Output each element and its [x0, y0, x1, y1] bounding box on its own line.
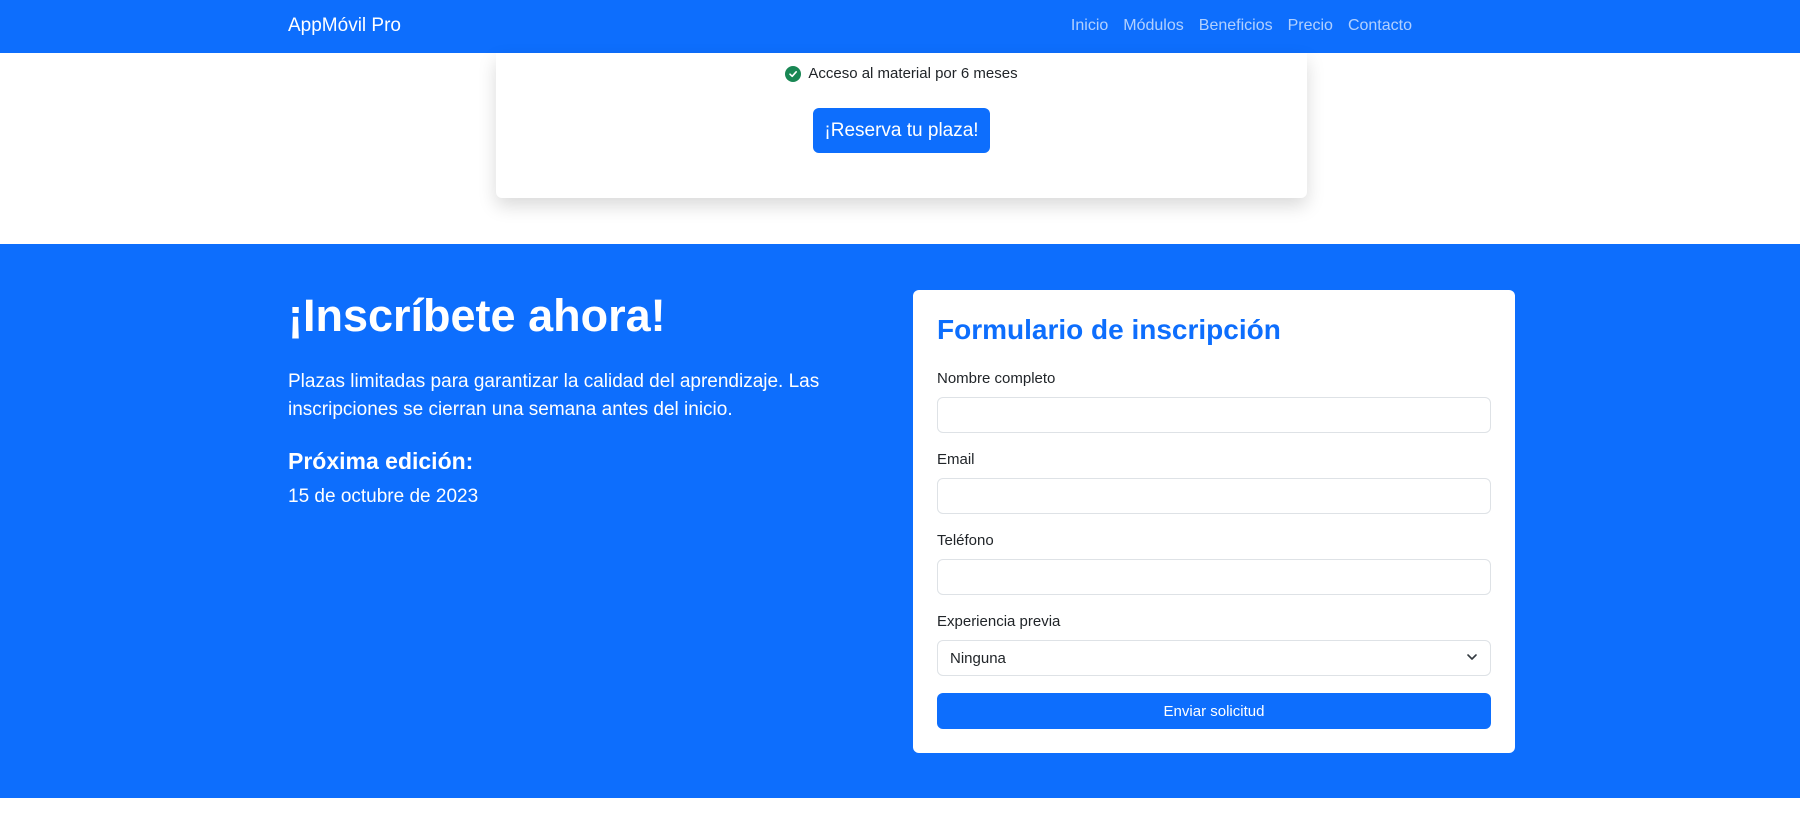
phone-field[interactable] — [937, 559, 1491, 595]
feature-text: Acceso al material por 6 meses — [808, 65, 1018, 82]
enroll-form: Formulario de inscripción Nombre complet… — [913, 290, 1515, 753]
experience-selected-value: Ninguna — [950, 649, 1006, 667]
submit-button[interactable]: Enviar solicitud — [937, 693, 1491, 729]
pricing-card: Acceso al material por 6 meses ¡Reserva … — [496, 53, 1307, 198]
chevron-down-icon — [1466, 650, 1478, 667]
form-title: Formulario de inscripción — [937, 314, 1281, 345]
nav-link-modulos[interactable]: Módulos — [1123, 17, 1183, 35]
nav-link-inicio[interactable]: Inicio — [1071, 17, 1108, 35]
edition-date: 15 de octubre de 2023 — [288, 486, 479, 507]
nav-link-precio[interactable]: Precio — [1288, 17, 1333, 35]
experience-label: Experiencia previa — [937, 613, 1061, 630]
nav-links: Inicio Módulos Beneficios Precio Contact… — [1071, 17, 1412, 35]
email-label: Email — [937, 451, 975, 468]
enroll-description: Plazas limitadas para garantizar la cali… — [288, 371, 820, 420]
reserve-button[interactable]: ¡Reserva tu plaza! — [813, 108, 990, 153]
phone-label: Teléfono — [937, 532, 994, 549]
nav-link-beneficios[interactable]: Beneficios — [1199, 17, 1273, 35]
check-circle-icon — [785, 65, 802, 82]
feature-item: Acceso al material por 6 meses — [496, 65, 1307, 82]
name-field[interactable] — [937, 397, 1491, 433]
brand-logo[interactable]: AppMóvil Pro — [288, 15, 401, 37]
edition-title: Próxima edición: — [288, 448, 474, 474]
enroll-section: ¡Inscríbete ahora! Plazas limitadas para… — [0, 244, 1800, 798]
enroll-title: ¡Inscríbete ahora! — [288, 290, 666, 341]
name-label: Nombre completo — [937, 370, 1056, 387]
navbar: AppMóvil Pro Inicio Módulos Beneficios P… — [0, 0, 1800, 53]
experience-select[interactable]: Ninguna — [937, 640, 1491, 676]
email-field[interactable] — [937, 478, 1491, 514]
nav-link-contacto[interactable]: Contacto — [1348, 17, 1412, 35]
